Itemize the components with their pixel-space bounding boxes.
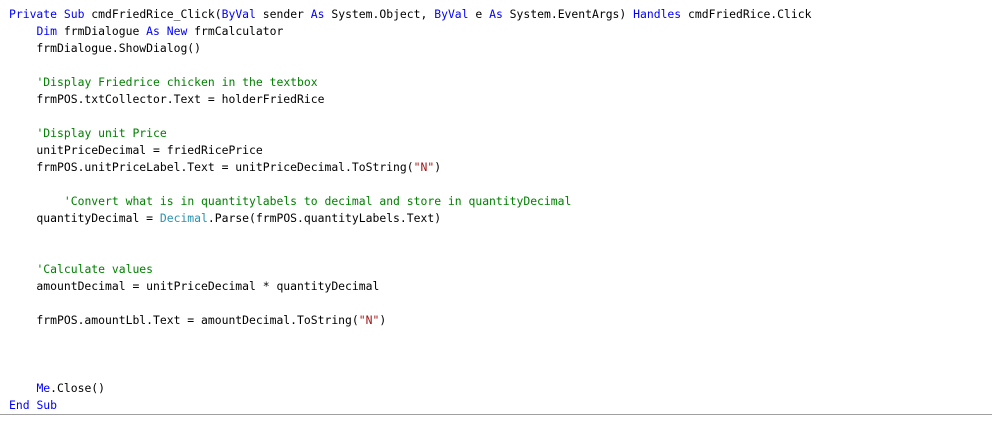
code-line: frmPOS.amountLbl.Text = amountDecimal.To… xyxy=(9,312,811,329)
code-token: sender xyxy=(255,7,311,21)
code-token: cmdFriedRice_Click( xyxy=(84,7,222,21)
code-keyword: Dim xyxy=(36,24,58,38)
code-token: frmPOS.txtCollector.Text = holderFriedRi… xyxy=(9,92,325,106)
code-keyword: As xyxy=(146,24,160,38)
code-line: frmPOS.unitPriceLabel.Text = unitPriceDe… xyxy=(9,159,811,176)
code-token: cmdFriedRice.Click xyxy=(681,7,812,21)
code-keyword: As xyxy=(489,7,503,21)
code-line: frmPOS.txtCollector.Text = holderFriedRi… xyxy=(9,91,811,108)
code-keyword: ByVal xyxy=(221,7,256,21)
code-token: frmCalculator xyxy=(187,24,284,38)
code-line: frmDialogue.ShowDialog() xyxy=(9,40,811,57)
code-line: 'Display Friedrice chicken in the textbo… xyxy=(9,74,811,91)
code-line: quantityDecimal = Decimal.Parse(frmPOS.q… xyxy=(9,210,811,227)
code-line: End Sub xyxy=(9,397,811,414)
code-line: unitPriceDecimal = friedRicePrice xyxy=(9,142,811,159)
code-token: frmPOS.amountLbl.Text = amountDecimal.To… xyxy=(9,313,359,327)
code-keyword: Private xyxy=(9,7,58,21)
code-string: "N" xyxy=(358,313,380,327)
code-keyword: As xyxy=(310,7,325,21)
code-line: Me.Close() xyxy=(9,380,811,397)
code-comment: 'Calculate values xyxy=(36,262,154,276)
editor-bottom-separator xyxy=(0,414,992,415)
code-comment: 'Convert what is in quantitylabels to de… xyxy=(63,194,572,208)
code-line: Private Sub cmdFriedRice_Click(ByVal sen… xyxy=(9,6,811,23)
code-keyword: End xyxy=(9,398,30,412)
code-token: ) xyxy=(434,160,442,174)
code-line: amountDecimal = unitPriceDecimal * quant… xyxy=(9,278,811,295)
code-token: unitPriceDecimal = friedRicePrice xyxy=(9,143,263,157)
code-token: frmDialogue.ShowDialog() xyxy=(9,41,202,55)
code-keyword: Sub xyxy=(36,398,58,412)
code-text-area[interactable]: Private Sub cmdFriedRice_Click(ByVal sen… xyxy=(9,6,811,414)
code-token: .Parse(frmPOS.quantityLabels.Text) xyxy=(207,211,442,225)
code-token: quantityDecimal = xyxy=(9,211,160,225)
code-token: frmPOS.unitPriceLabel.Text = unitPriceDe… xyxy=(9,160,414,174)
code-comment: 'Display unit Price xyxy=(36,126,167,140)
code-token: amountDecimal = unitPriceDecimal * quant… xyxy=(9,279,380,293)
code-token: System.EventArgs) xyxy=(502,7,634,21)
code-token: System.Object, xyxy=(324,7,435,21)
code-token: frmDialogue xyxy=(57,24,147,38)
code-editor[interactable]: Private Sub cmdFriedRice_Click(ByVal sen… xyxy=(0,0,992,416)
code-token: e xyxy=(468,7,490,21)
code-line: 'Display unit Price xyxy=(9,125,811,142)
code-keyword: ByVal xyxy=(434,7,469,21)
code-keyword: Sub xyxy=(63,7,85,21)
code-line: 'Convert what is in quantitylabels to de… xyxy=(9,193,811,210)
code-keyword: New xyxy=(166,24,188,38)
code-keyword: Handles xyxy=(633,7,682,21)
code-comment: 'Display Friedrice chicken in the textbo… xyxy=(36,75,318,89)
code-line: Dim frmDialogue As New frmCalculator xyxy=(9,23,811,40)
code-keyword: Me xyxy=(36,381,51,395)
code-string: "N" xyxy=(413,160,435,174)
code-type-name: Decimal xyxy=(159,211,208,225)
code-token: ) xyxy=(379,313,387,327)
code-line: 'Calculate values xyxy=(9,261,811,278)
code-token: .Close() xyxy=(50,381,106,395)
